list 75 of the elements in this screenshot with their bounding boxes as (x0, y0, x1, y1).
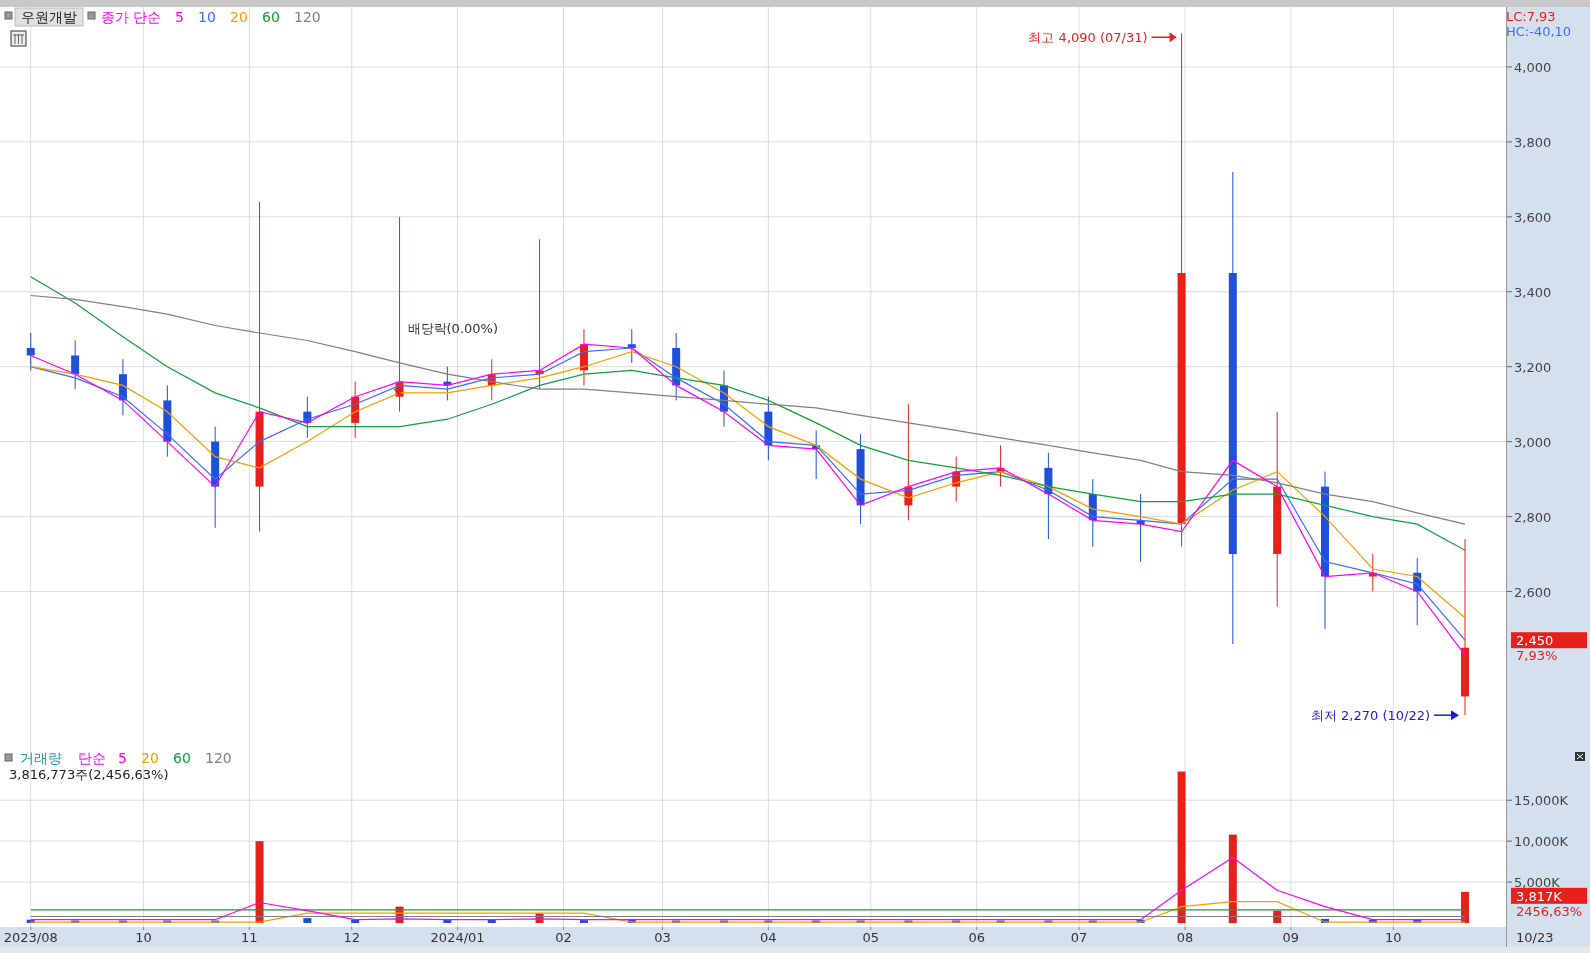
legend-period: 5 (175, 9, 184, 25)
candlestick (952, 456, 961, 503)
price-label: 3,400 (1514, 284, 1552, 300)
price-label: 2,600 (1514, 584, 1552, 600)
date-label: 05 (862, 930, 880, 945)
candlestick (26, 332, 35, 371)
legend-square-icon (87, 11, 96, 20)
ex-dividend-marker (393, 388, 404, 396)
candlestick (1088, 478, 1097, 548)
candlestick (443, 366, 452, 401)
legend-label: 단순 (78, 750, 106, 766)
price-label: 3,000 (1514, 434, 1552, 450)
ex-dividend-annotation: 배당락(0.00%) (407, 320, 498, 336)
date-label: 2024/01 (430, 930, 485, 945)
legend-period: 20 (141, 750, 159, 766)
candlestick (303, 396, 312, 439)
price-change-percent: 7,93% (1516, 648, 1558, 664)
legend-period: 5 (118, 750, 127, 766)
close-icon[interactable] (1575, 752, 1585, 761)
candlestick (719, 369, 728, 428)
legend-period: 60 (262, 9, 280, 25)
current-volume-tag: 3,817K (1511, 887, 1587, 904)
candlestick (579, 328, 588, 386)
volume-change-percent: 2456,63% (1516, 903, 1583, 919)
candlestick (812, 429, 821, 480)
legend-period: 60 (173, 750, 191, 766)
date-label: 07 (1070, 930, 1088, 945)
stock-name-button[interactable]: 우원개발 (14, 7, 84, 27)
axis-info-label: HC:-40,10 (1506, 24, 1572, 39)
volume-summary: 3,816,773주(2,456,63%) (9, 767, 169, 782)
date-label: 09 (1282, 930, 1300, 945)
legend-period: 120 (205, 750, 232, 766)
legend-square-icon (4, 11, 13, 20)
candlestick (1413, 557, 1422, 626)
date-label: 11 (241, 930, 258, 945)
price-label: 3,200 (1514, 359, 1552, 375)
candlestick (1368, 553, 1377, 592)
volume-label: 15,000K (1514, 793, 1568, 809)
candlestick (351, 381, 360, 439)
high-price-annotation: 최고 4,090 (07/31) (1028, 30, 1148, 46)
price-label: 2,800 (1514, 509, 1552, 525)
candlestick (487, 358, 496, 401)
candlestick (627, 328, 636, 364)
candlestick (672, 332, 681, 401)
arrow-icon (1150, 32, 1177, 43)
price-label: 3,800 (1514, 134, 1552, 150)
date-label: 2023/08 (3, 930, 58, 945)
price-label: 3,600 (1514, 209, 1552, 225)
date-label: 02 (555, 930, 572, 945)
current-price-tag: 2,450 (1511, 632, 1587, 649)
candlestick (996, 444, 1005, 488)
date-label: 10 (1385, 930, 1402, 945)
axis-info-label: LC:7,93 (1506, 9, 1556, 24)
candlestick (1136, 493, 1145, 563)
price-label: 4,000 (1514, 59, 1552, 75)
low-price-annotation: 최저 2,270 (10/22) (1310, 708, 1430, 724)
date-label: 04 (760, 930, 777, 945)
legend-label: 종가 단순 (101, 9, 162, 25)
date-label: 03 (654, 930, 671, 945)
date-label: 12 (343, 930, 360, 945)
volume-legend-title: 거래량 (20, 750, 62, 766)
grid-table-icon[interactable] (10, 30, 27, 47)
arrow-icon (1433, 710, 1459, 721)
legend-period: 120 (294, 9, 321, 25)
legend-period: 10 (198, 9, 216, 25)
legend-period: 20 (230, 9, 248, 25)
legend-square-icon (4, 753, 13, 762)
candlestick (118, 358, 127, 416)
last-date-label: 10/23 (1516, 930, 1554, 945)
date-label: 10 (135, 930, 152, 945)
candlestick (764, 396, 773, 461)
date-label: 08 (1176, 930, 1194, 945)
candlestick (71, 339, 80, 390)
volume-label: 10,000K (1514, 834, 1568, 850)
date-label: 06 (968, 930, 985, 945)
